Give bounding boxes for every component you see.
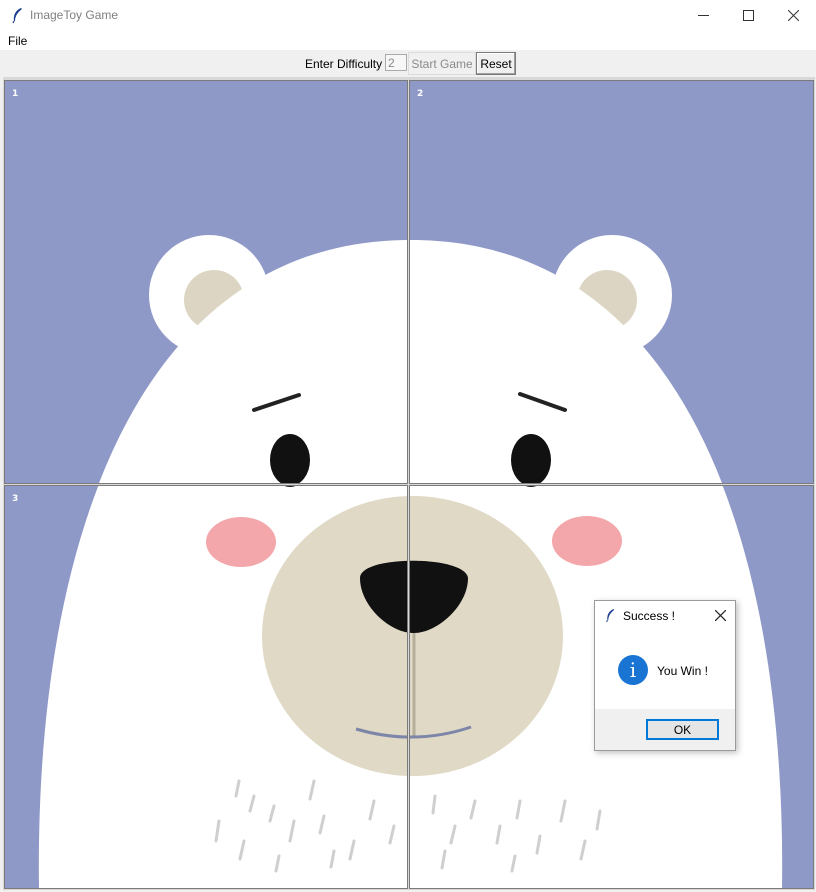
minimize-icon xyxy=(697,15,709,16)
tile-number: 3 xyxy=(12,494,19,504)
bear-image-piece xyxy=(5,81,407,483)
info-icon: i xyxy=(618,655,648,685)
title-bar: ImageToy Game xyxy=(0,0,816,31)
dialog-title: Success ! xyxy=(623,609,676,623)
dialog-close-button[interactable] xyxy=(707,603,733,627)
maximize-button[interactable] xyxy=(725,0,771,31)
close-icon xyxy=(714,609,726,621)
toolbar: Enter Difficulty 2 Start Game Reset xyxy=(0,50,816,77)
bear-image-piece xyxy=(5,486,407,888)
tile-number: 2 xyxy=(417,89,424,99)
difficulty-input[interactable]: 2 xyxy=(385,54,407,71)
dialog-message: You Win ! xyxy=(657,664,708,678)
puzzle-tile-3[interactable]: 3 xyxy=(4,485,408,889)
close-icon xyxy=(787,10,799,21)
ok-button[interactable]: OK xyxy=(646,719,719,740)
dialog-feather-icon xyxy=(606,609,615,623)
tile-number: 1 xyxy=(12,89,19,99)
window-title: ImageToy Game xyxy=(30,8,119,22)
minimize-button[interactable] xyxy=(680,0,726,31)
dialog-footer: OK xyxy=(595,709,735,750)
menu-file[interactable]: File xyxy=(8,34,27,48)
reset-button[interactable]: Reset xyxy=(476,52,516,75)
maximize-icon xyxy=(742,10,754,21)
puzzle-tile-1[interactable]: 1 xyxy=(4,80,408,484)
menu-bar: File xyxy=(0,31,816,50)
bear-image-piece xyxy=(410,81,813,483)
success-dialog: Success ! i You Win ! OK xyxy=(594,600,736,751)
app-feather-icon xyxy=(12,8,22,24)
start-game-button[interactable]: Start Game xyxy=(408,52,476,75)
difficulty-label: Enter Difficulty xyxy=(305,57,383,71)
puzzle-board: 1 2 3 xyxy=(3,77,815,890)
puzzle-tile-2[interactable]: 2 xyxy=(409,80,814,484)
close-window-button[interactable] xyxy=(770,0,816,31)
